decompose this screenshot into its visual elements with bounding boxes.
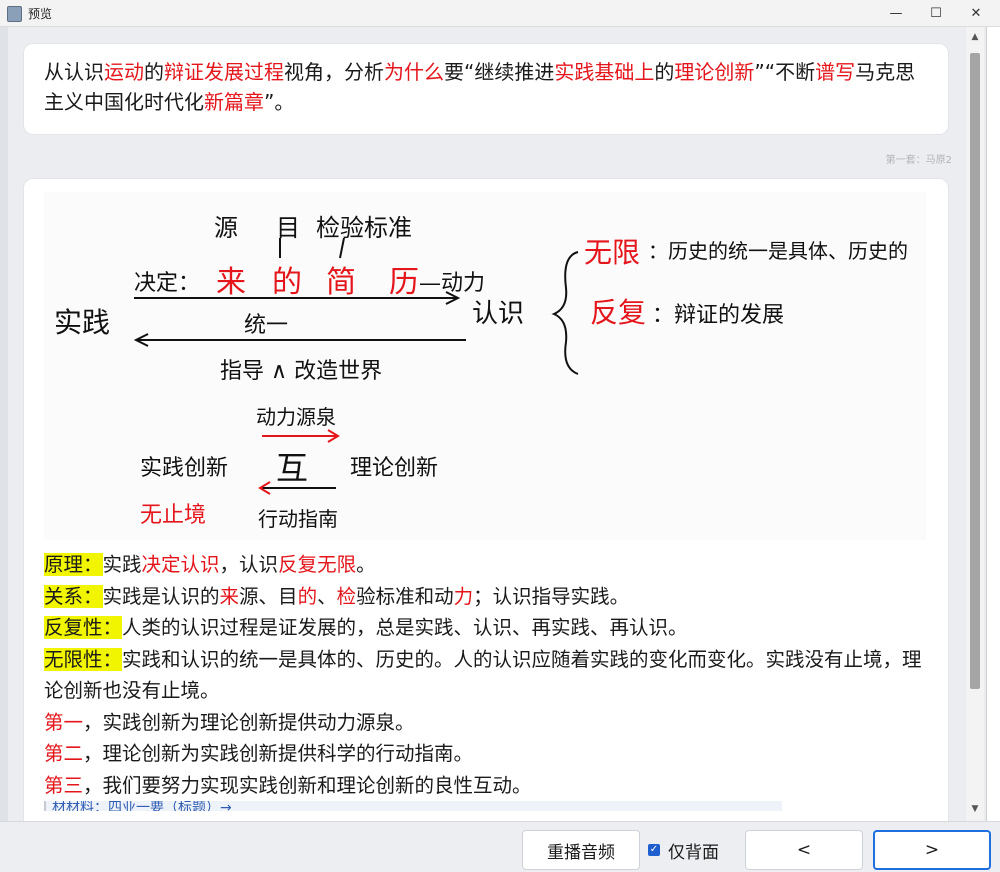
answer-keyword: 第三 bbox=[44, 773, 84, 797]
question-text: 从认识运动的辩证发展过程视角，分析为什么要“继续推进实践基础上的理论创新”“不断… bbox=[44, 57, 934, 117]
scroll-down-arrow-icon[interactable]: ▼ bbox=[966, 801, 984, 817]
answer-heading-label: 无限性： bbox=[44, 647, 123, 671]
scroll-thumb[interactable] bbox=[970, 53, 980, 689]
question-keyword: 为什么 bbox=[384, 60, 444, 84]
previous-button[interactable]: < bbox=[745, 830, 863, 870]
answer-fragment: ，实践创新为理论创新提供动力源泉。 bbox=[83, 710, 415, 734]
question-fragment: 的 bbox=[654, 60, 675, 84]
back-only-toggle[interactable]: ✓ 仅背面 bbox=[648, 830, 738, 870]
window-title: 预览 bbox=[28, 7, 53, 21]
hw-source: 来 bbox=[216, 265, 246, 300]
answer-fragment: 实践 bbox=[102, 553, 142, 576]
background-window-edge bbox=[986, 27, 1000, 871]
hw-decide: 决定： bbox=[134, 271, 200, 296]
answer-keyword: 来 bbox=[219, 584, 240, 608]
answer-line-first: 第一，实践创新为理论创新提供动力源泉。 bbox=[44, 707, 934, 739]
hw-goal-word: 目 bbox=[276, 214, 300, 242]
answer-keyword: 反复无限 bbox=[278, 553, 357, 576]
hw-infinite-desc: ：历史的统一是具体、历史的 bbox=[648, 239, 908, 263]
question-keyword: 谱写 bbox=[815, 60, 856, 84]
hw-purpose: 的 bbox=[272, 265, 302, 300]
answer-keyword: 力 bbox=[453, 584, 474, 608]
answer-fragment: ，我们要努力实现实践创新和理论创新的良性互动。 bbox=[83, 773, 532, 797]
clipped-next-content: 材材料：四业一要（标题）→ bbox=[44, 801, 782, 811]
hw-repeat-desc: ：辩证的发展 bbox=[652, 303, 784, 328]
question-card: 从认识运动的辩证发展过程视角，分析为什么要“继续推进实践基础上的理论创新”“不断… bbox=[24, 44, 948, 134]
answer-line-principle: 原理：实践决定认识，认识反复无限。 bbox=[44, 549, 934, 581]
hw-action-guide: 行动指南 bbox=[258, 507, 338, 531]
vertical-scrollbar[interactable]: ▲ ▼ bbox=[966, 27, 984, 821]
hw-infinite: 无限 bbox=[584, 236, 640, 269]
answer-line-relation: 关系：实践是认识的来源、目的、检验标准和动力；认识指导实践。 bbox=[44, 581, 934, 613]
deck-label: 第一套：马原2 bbox=[885, 155, 952, 166]
answer-heading-label: 原理： bbox=[44, 553, 103, 576]
question-fragment: ”“不断 bbox=[754, 60, 816, 84]
answer-fragment: 人类的认识过程是证发展的，总是实践、认识、再实践、再认识。 bbox=[122, 616, 688, 639]
handwritten-note-drawing: 实践 决定： 来 的 简 历 —动力 源 目 检验标准 统一 指导 ∧ 改造世界… bbox=[54, 214, 908, 531]
hw-source-power: 动力源泉 bbox=[256, 405, 336, 429]
answer-card: 实践 决定： 来 的 简 历 —动力 源 目 检验标准 统一 指导 ∧ 改造世界… bbox=[24, 179, 948, 821]
hw-repeat: 反复 bbox=[590, 296, 646, 329]
answer-fragment: ，理论创新为实践创新提供科学的行动指南。 bbox=[83, 742, 474, 765]
question-fragment: 要“继续推进 bbox=[444, 60, 555, 84]
back-only-checkbox[interactable]: ✓ bbox=[648, 844, 660, 856]
question-fragment: 从认识 bbox=[44, 60, 104, 84]
hw-source-word: 源 bbox=[214, 214, 238, 242]
answer-fragment: 。 bbox=[356, 553, 376, 576]
hw-theory-innovation: 理论创新 bbox=[350, 456, 438, 481]
close-icon[interactable]: ✕ bbox=[956, 0, 996, 26]
hw-endless: 无止境 bbox=[140, 503, 206, 528]
hw-mutual: 互 bbox=[276, 449, 308, 487]
answer-fragment: ；认识指导实践。 bbox=[473, 584, 630, 608]
app-icon bbox=[7, 6, 22, 22]
question-keyword: 运动 bbox=[104, 60, 144, 84]
question-keyword: 实践基础上 bbox=[554, 60, 655, 84]
answer-line-repetition: 反复性：人类的认识过程是证发展的，总是实践、认识、再实践、再认识。 bbox=[44, 612, 934, 644]
hw-force: 历 bbox=[389, 265, 419, 300]
hw-force-tail: —动力 bbox=[419, 271, 485, 296]
preview-content: 从认识运动的辩证发展过程视角，分析为什么要“继续推进实践基础上的理论创新”“不断… bbox=[8, 27, 964, 821]
hw-guide: 指导 ∧ 改造世界 bbox=[220, 359, 382, 384]
answer-line-infinity: 无限性：实践和认识的统一是具体的、历史的。人的认识应随着实践的变化而变化。实践没… bbox=[44, 644, 934, 707]
answer-text: 原理：实践决定认识，认识反复无限。 关系：实践是认识的来源、目的、检验标准和动力… bbox=[44, 549, 934, 801]
answer-keyword: 的 bbox=[297, 584, 318, 608]
answer-fragment: 验标准和动 bbox=[356, 584, 454, 608]
next-button[interactable]: > bbox=[873, 830, 991, 870]
hw-unity: 统一 bbox=[244, 313, 288, 338]
answer-heading-label: 反复性： bbox=[44, 616, 123, 639]
answer-fragment: 实践是认识的 bbox=[102, 584, 220, 608]
answer-fragment: 实践和认识的统一是具体的、历史的。人的认识应随着实践的变化而变化。实践没有止境，… bbox=[44, 647, 922, 703]
bottom-control-bar: 重播音频 ✓ 仅背面 < > bbox=[0, 821, 1000, 872]
hw-test: 简 bbox=[326, 265, 356, 300]
answer-keyword: 第二 bbox=[44, 742, 84, 765]
window-titlebar: 预览 — ☐ ✕ bbox=[0, 0, 1000, 27]
handwritten-note-image: 实践 决定： 来 的 简 历 —动力 源 目 检验标准 统一 指导 ∧ 改造世界… bbox=[44, 192, 926, 540]
question-keyword: 辩证发展过程 bbox=[164, 60, 284, 84]
minimize-icon[interactable]: — bbox=[876, 0, 916, 26]
maximize-icon[interactable]: ☐ bbox=[916, 0, 956, 26]
answer-keyword: 第一 bbox=[44, 710, 84, 734]
question-fragment: 视角，分析 bbox=[284, 60, 384, 84]
answer-keyword: 检 bbox=[336, 584, 357, 608]
answer-fragment: 源、目 bbox=[239, 584, 298, 608]
hw-practice-innovation: 实践创新 bbox=[140, 456, 228, 481]
scroll-up-arrow-icon[interactable]: ▲ bbox=[966, 29, 984, 45]
hw-practice: 实践 bbox=[54, 306, 110, 339]
question-keyword: 理论创新 bbox=[674, 60, 755, 84]
answer-heading-label: 关系： bbox=[44, 584, 103, 608]
answer-line-second: 第二，理论创新为实践创新提供科学的行动指南。 bbox=[44, 738, 934, 770]
back-only-label: 仅背面 bbox=[668, 842, 719, 863]
replay-audio-button[interactable]: 重播音频 bbox=[522, 830, 640, 870]
answer-keyword: 决定认识 bbox=[141, 553, 220, 576]
answer-fragment: ，认识 bbox=[219, 553, 279, 576]
hw-cognition: 认识 bbox=[472, 299, 524, 329]
hw-standard: 检验标准 bbox=[316, 214, 412, 242]
answer-line-third: 第三，我们要努力实现实践创新和理论创新的良性互动。 bbox=[44, 770, 934, 802]
question-fragment: 的 bbox=[144, 60, 164, 84]
answer-fragment: 、 bbox=[317, 584, 337, 608]
question-fragment: ”。 bbox=[264, 90, 295, 114]
question-keyword: 新篇章 bbox=[204, 90, 264, 114]
